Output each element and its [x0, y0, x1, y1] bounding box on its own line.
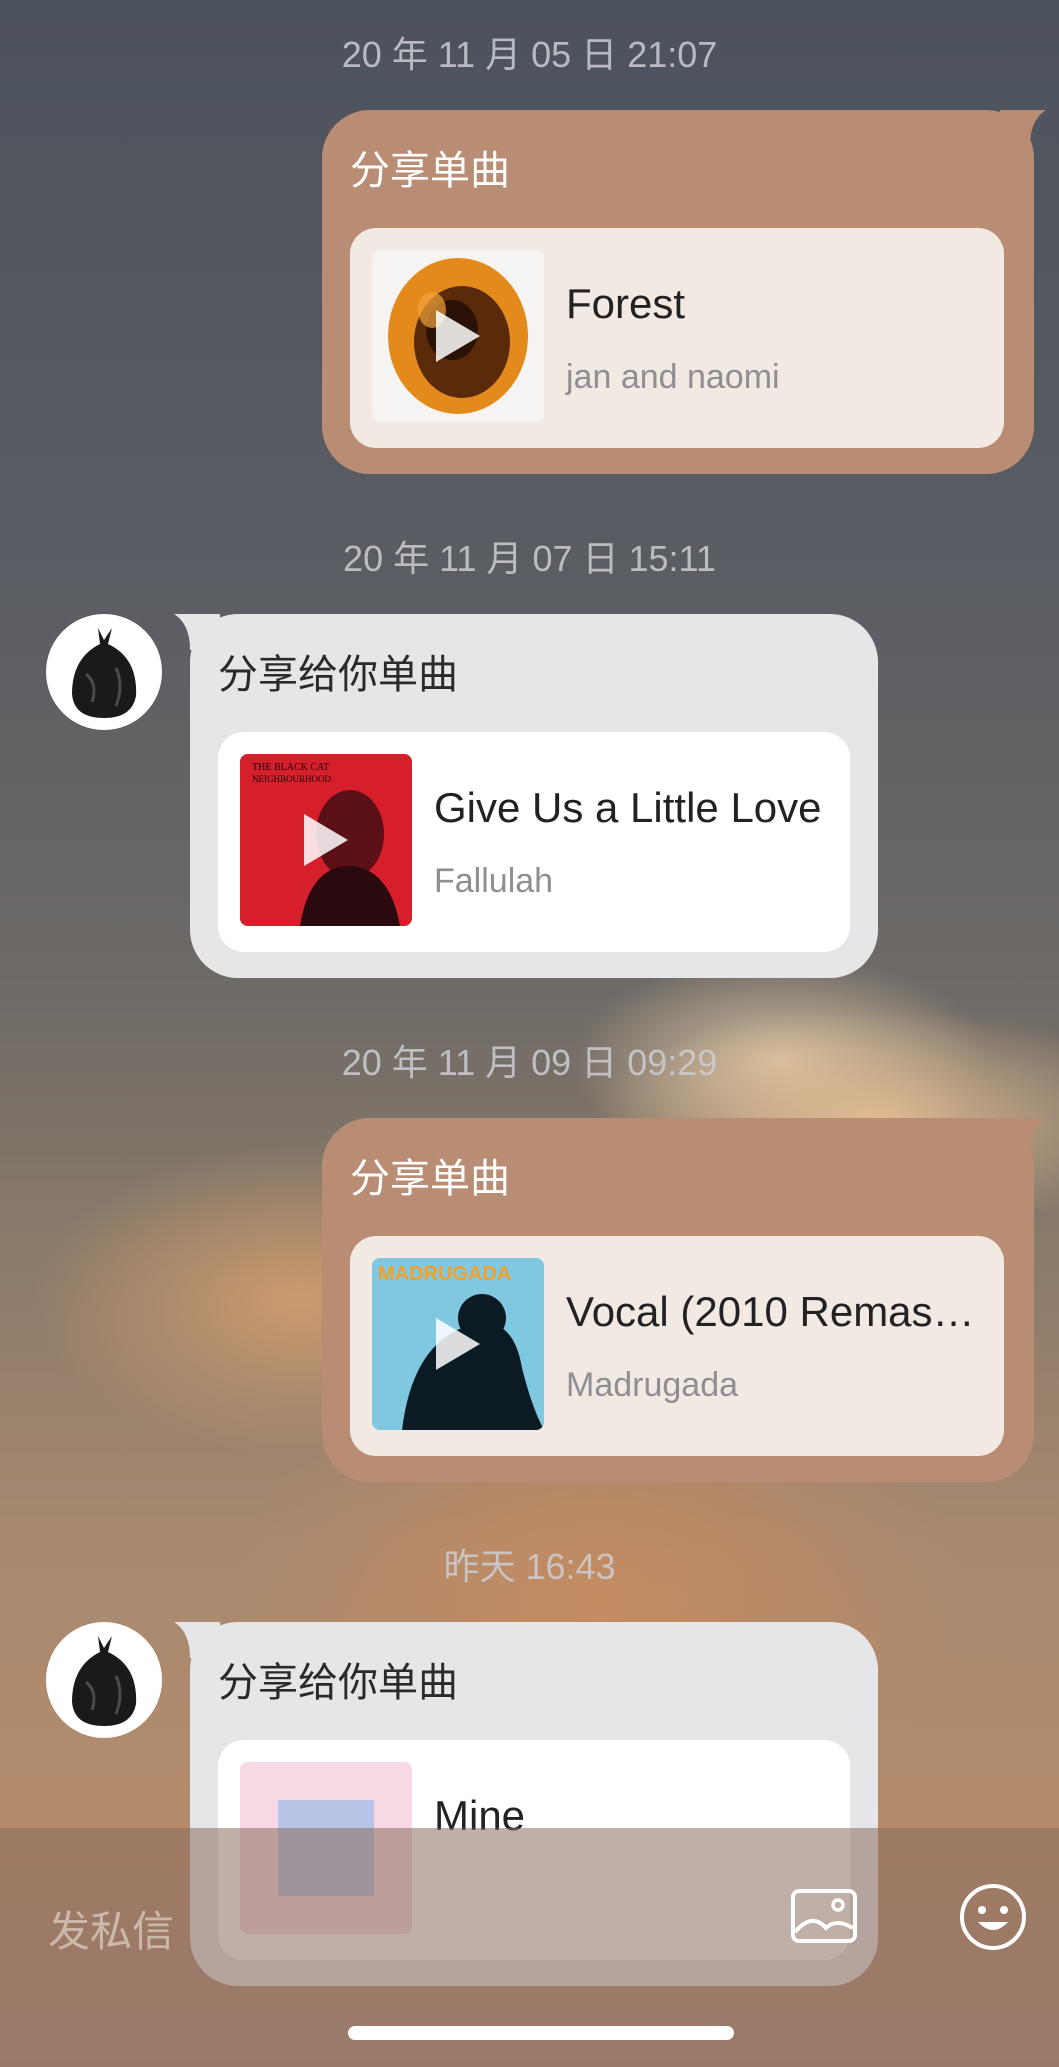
timestamp: 20 年 11 月 09 日 09:29 — [341, 1042, 718, 1083]
share-title: 分享单曲 — [350, 1157, 510, 1201]
song-card[interactable]: Forest jan and naomi — [350, 228, 1004, 448]
share-title: 分享单曲 — [350, 149, 510, 193]
song-card[interactable]: MADRUGADA Vocal (2010 Remast… Madrugada — [350, 1236, 1004, 1456]
trash-bag-avatar-icon — [72, 1636, 137, 1726]
bubble-tail — [1000, 110, 1046, 146]
emoji-icon[interactable] — [958, 1882, 1028, 1952]
song-title: Vocal (2010 Remast… — [566, 1288, 986, 1335]
song-artist: Madrugada — [566, 1366, 739, 1404]
image-icon[interactable] — [790, 1888, 858, 1944]
trash-bag-avatar-icon — [72, 628, 137, 718]
cover-text-line1: THE BLACK CAT — [252, 762, 329, 773]
bubble-tail — [174, 1622, 220, 1658]
message-bubble-received: 分享给你单曲 THE BLACK CAT NEIGHBOURHOOD Give … — [174, 614, 878, 978]
bubble-tail — [174, 614, 220, 650]
album-cover[interactable] — [372, 250, 544, 422]
avatar[interactable] — [46, 1622, 162, 1738]
bubble-tail — [1000, 1118, 1046, 1154]
timestamp: 20 年 11 月 05 日 21:07 — [341, 34, 718, 75]
image-icon-glyph — [791, 1889, 857, 1943]
share-title: 分享给你单曲 — [218, 1661, 458, 1705]
home-indicator[interactable] — [348, 2026, 734, 2040]
avatar[interactable] — [46, 614, 162, 730]
song-title: Give Us a Little Love — [434, 784, 822, 831]
play-icon[interactable] — [304, 814, 348, 866]
song-artist: Fallulah — [434, 862, 554, 900]
song-artist: jan and naomi — [566, 358, 780, 396]
play-icon[interactable] — [436, 310, 480, 362]
song-title: Forest — [566, 280, 686, 327]
play-icon[interactable] — [436, 1318, 480, 1370]
song-card[interactable]: THE BLACK CAT NEIGHBOURHOOD Give Us a Li… — [218, 732, 850, 952]
message-bubble-sent: 分享单曲 MADRUGADA Vocal (2010 Remast… Madru… — [322, 1118, 1046, 1482]
album-cover[interactable]: MADRUGADA — [372, 1258, 544, 1430]
message-bubble-sent: 分享单曲 Forest jan and naomi — [322, 110, 1046, 474]
emoji-icon-glyph — [960, 1884, 1026, 1950]
cover-text-line2: NEIGHBOURHOOD — [252, 774, 331, 784]
timestamp: 昨天 16:43 — [443, 1546, 616, 1587]
chat-screen: 20 年 11 月 05 日 21:07 分享单曲 Forest jan and… — [0, 0, 1059, 2067]
timestamp: 20 年 11 月 07 日 15:11 — [343, 538, 716, 579]
cover-text: MADRUGADA — [378, 1263, 511, 1285]
album-cover[interactable]: THE BLACK CAT NEIGHBOURHOOD — [240, 754, 412, 926]
message-input[interactable]: 发私信 — [48, 1898, 174, 1959]
share-title: 分享给你单曲 — [218, 653, 458, 697]
